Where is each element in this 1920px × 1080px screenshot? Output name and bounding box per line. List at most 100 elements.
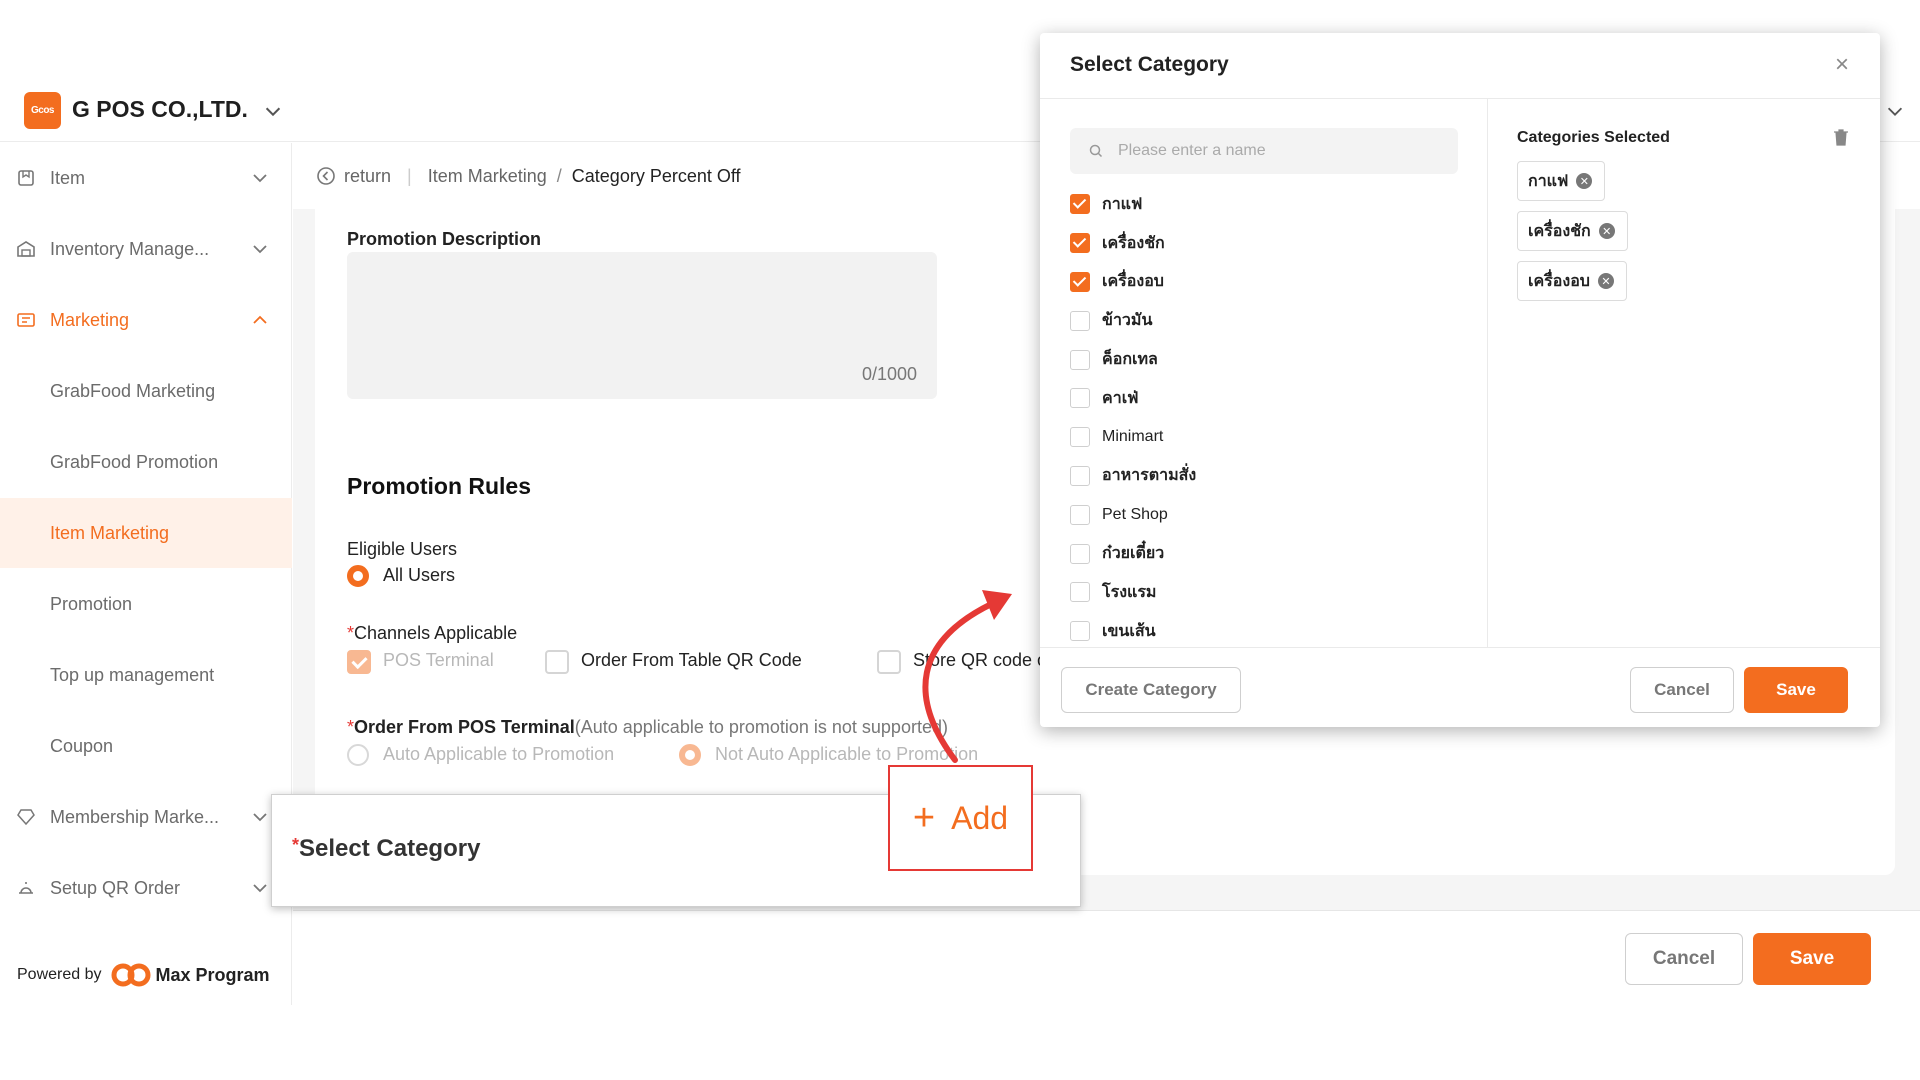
- modal-footer: Create Category Cancel Save: [1040, 647, 1880, 727]
- promotion-description-textarea[interactable]: 0/1000: [347, 252, 937, 399]
- category-item[interactable]: โรงแรม: [1070, 573, 1470, 612]
- sidebar-item-marketing[interactable]: Marketing: [0, 285, 292, 355]
- selected-categories-panel: Categories Selected กาแฟ ✕ เครื่องชัก ✕ เค…: [1489, 99, 1880, 647]
- category-item[interactable]: เขนเส้น: [1070, 612, 1470, 647]
- add-category-button[interactable]: + Add: [888, 765, 1033, 871]
- category-label: คาเฟ่: [1102, 389, 1139, 407]
- divider: |: [407, 165, 412, 186]
- sidebar-item-label: Setup QR Order: [50, 877, 181, 898]
- max-program-logo-icon: [111, 963, 150, 987]
- category-item[interactable]: ข้าวมัน: [1070, 301, 1470, 340]
- category-label: เครื่องชัก: [1102, 234, 1165, 252]
- search-input[interactable]: [1118, 142, 1438, 160]
- category-checkbox[interactable]: [1070, 582, 1090, 603]
- sidebar-item-label: Item: [50, 167, 86, 188]
- category-item[interactable]: เครื่องอบ: [1070, 263, 1470, 302]
- category-list: กาแฟ เครื่องชัก เครื่องอบ ข้าวมัน ค็อกเท…: [1070, 185, 1470, 647]
- sidebar-item-coupon[interactable]: Coupon: [0, 711, 292, 781]
- modal-save-button[interactable]: Save: [1744, 667, 1848, 713]
- category-label: เครื่องอบ: [1102, 273, 1164, 291]
- category-item[interactable]: Pet Shop: [1070, 495, 1470, 534]
- sidebar-item-setup-qr[interactable]: Setup QR Order: [0, 853, 292, 923]
- all-users-radio[interactable]: [347, 565, 369, 587]
- not-auto-applicable-radio[interactable]: [679, 744, 701, 766]
- modal-title: Select Category: [1070, 53, 1229, 76]
- save-button[interactable]: Save: [1753, 933, 1871, 985]
- gem-icon: [17, 809, 35, 826]
- channels-applicable-label: *Channels Applicable: [347, 623, 518, 643]
- chevron-down-icon: [253, 813, 267, 822]
- warehouse-icon: [17, 241, 35, 257]
- category-item[interactable]: Minimart: [1070, 418, 1470, 457]
- table-qr-checkbox[interactable]: [545, 650, 569, 674]
- category-label: เขนเส้น: [1102, 622, 1156, 640]
- sidebar-item-top-up[interactable]: Top up management: [0, 640, 292, 710]
- category-item[interactable]: อาหารตามสั่ง: [1070, 457, 1470, 496]
- pos-terminal-checkbox[interactable]: [347, 650, 371, 674]
- auto-applicable-label: Auto Applicable to Promotion: [383, 744, 615, 764]
- category-checkbox[interactable]: [1070, 349, 1090, 370]
- return-icon[interactable]: [316, 166, 336, 186]
- select-category-modal: Select Category × กาแฟ เครื่องชัก เครื่อ…: [1040, 33, 1880, 727]
- sidebar-item-grabfood-marketing[interactable]: GrabFood Marketing: [0, 356, 292, 426]
- sidebar-item-inventory[interactable]: Inventory Manage...: [0, 214, 292, 284]
- category-checkbox[interactable]: [1070, 271, 1090, 292]
- annotation-arrow-icon: [922, 590, 1012, 763]
- powered-by-label: Powered by: [17, 966, 102, 983]
- category-item[interactable]: คาเฟ่: [1070, 379, 1470, 418]
- sidebar-item-promotion[interactable]: Promotion: [0, 569, 292, 639]
- remove-chip-icon[interactable]: ✕: [1597, 273, 1614, 289]
- chevron-down-icon[interactable]: [1884, 100, 1906, 122]
- trash-icon[interactable]: [1832, 127, 1850, 147]
- create-category-button[interactable]: Create Category: [1061, 667, 1241, 713]
- sidebar-item-item[interactable]: Item: [0, 143, 292, 213]
- category-item[interactable]: ค็อกเทล: [1070, 340, 1470, 379]
- modal-cancel-button[interactable]: Cancel: [1630, 667, 1734, 713]
- remove-chip-icon[interactable]: ✕: [1598, 223, 1615, 239]
- bell-icon: [19, 882, 33, 894]
- category-item[interactable]: เครื่องชัก: [1070, 224, 1470, 263]
- order-pos-label: *Order From POS Terminal(Auto applicable…: [347, 717, 948, 737]
- company-logo: Gcos: [24, 92, 61, 129]
- category-checkbox[interactable]: [1070, 233, 1090, 254]
- category-checkbox[interactable]: [1070, 543, 1090, 564]
- sidebar-item-label: Promotion: [50, 593, 133, 614]
- selected-chip: เครื่องชัก ✕: [1517, 211, 1628, 251]
- chevron-down-icon[interactable]: [262, 100, 284, 122]
- return-link[interactable]: return: [344, 166, 391, 187]
- category-checkbox[interactable]: [1070, 310, 1090, 331]
- category-label: ก๋วยเตี๋ยว: [1102, 545, 1165, 563]
- sidebar-item-label: GrabFood Marketing: [50, 380, 216, 401]
- category-checkbox[interactable]: [1070, 621, 1090, 642]
- sidebar-item-membership[interactable]: Membership Marke...: [0, 782, 292, 852]
- remove-chip-icon[interactable]: ✕: [1576, 173, 1593, 189]
- category-item[interactable]: กาแฟ: [1070, 185, 1470, 224]
- category-label: กาแฟ: [1102, 195, 1143, 213]
- auto-applicable-radio[interactable]: [347, 744, 369, 766]
- character-count: 0/1000: [861, 364, 917, 384]
- sidebar-item-label: Coupon: [50, 735, 114, 756]
- chevron-down-icon: [253, 245, 267, 254]
- category-checkbox[interactable]: [1070, 388, 1090, 409]
- category-checkbox[interactable]: [1070, 504, 1090, 525]
- sidebar-item-item-marketing[interactable]: Item Marketing: [0, 498, 292, 568]
- brand-name: Max Program: [155, 964, 270, 985]
- category-search: [1070, 128, 1458, 174]
- sidebar-item-grabfood-promotion[interactable]: GrabFood Promotion: [0, 427, 292, 497]
- close-icon[interactable]: ×: [1830, 53, 1854, 77]
- sidebar-item-label: Item Marketing: [50, 522, 170, 543]
- cancel-button[interactable]: Cancel: [1625, 933, 1743, 985]
- category-checkbox[interactable]: [1070, 194, 1090, 215]
- category-label: โรงแรม: [1102, 583, 1157, 601]
- category-list-panel: กาแฟ เครื่องชัก เครื่องอบ ข้าวมัน ค็อกเท…: [1040, 99, 1488, 647]
- chevron-down-icon: [253, 884, 267, 893]
- category-checkbox[interactable]: [1070, 427, 1090, 448]
- chevron-up-icon: [253, 315, 267, 324]
- table-qr-label: Order From Table QR Code: [581, 650, 802, 670]
- company-name[interactable]: G POS CO.,LTD.: [72, 96, 248, 123]
- breadcrumb-parent[interactable]: Item Marketing: [428, 166, 547, 187]
- categories-selected-title: Categories Selected: [1517, 129, 1670, 146]
- category-item[interactable]: ก๋วยเตี๋ยว: [1070, 534, 1470, 573]
- category-checkbox[interactable]: [1070, 465, 1090, 486]
- sidebar-item-label: Top up management: [50, 664, 215, 685]
